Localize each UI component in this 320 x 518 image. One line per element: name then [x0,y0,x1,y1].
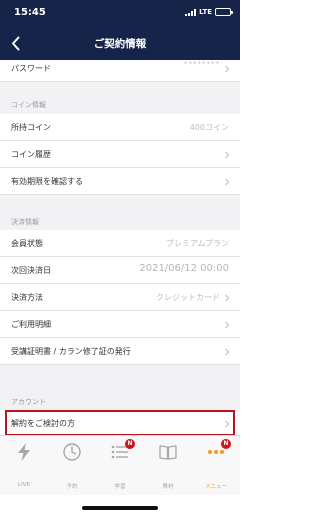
lightning-icon [18,443,30,461]
tab-reservation-label: 予約 [66,484,78,490]
coin-balance-label: 所持コイン [11,123,51,132]
contract-settings-list[interactable]: パスワード ******** コイン情報 所持コイン 400コイン コイン履歴 … [0,60,240,435]
tab-reservation[interactable]: 予約 [48,442,96,490]
menu-notification-badge: N [221,439,231,449]
tab-live-label: LIVE [18,482,30,488]
tab-bar: LIVE 予約 N 学習 教材 N メニュー [0,435,240,495]
tab-menu[interactable]: N メニュー [192,439,240,490]
cancel-subscription-row[interactable]: 解約をご検討の方 [0,410,240,435]
coin-expiry-label: 有効期限を確認する [11,177,83,186]
membership-row: 会員状態 プレミアムプラン [0,230,240,257]
study-notification-badge: N [125,439,135,449]
chevron-right-icon [225,151,230,159]
password-row[interactable]: パスワード ******** [0,60,240,82]
tab-study-label: 学習 [114,484,126,490]
chevron-right-icon [225,65,230,73]
membership-value: プレミアムプラン [166,239,229,248]
coin-history-row[interactable]: コイン履歴 [0,141,240,168]
chevron-right-icon [225,348,230,356]
chevron-right-icon [225,294,230,302]
cancel-subscription-label: 解約をご検討の方 [11,419,75,428]
chevron-right-icon [225,321,230,329]
tab-menu-label: メニュー [204,484,227,490]
next-payment-value: 2021/06/12 00:00 [139,263,229,274]
status-bar: 15:45 LTE [0,0,240,26]
certificate-label: 受講証明書 / カラン修了証の発行 [11,347,131,356]
clock-icon [63,443,81,461]
home-indicator-area [0,495,240,518]
tab-materials-label: 教材 [162,484,174,490]
signal-icon [185,8,197,16]
battery-icon [215,8,233,16]
chevron-right-icon [225,420,230,428]
coin-balance-row: 所持コイン 400コイン [0,114,240,141]
password-value: ******** [184,60,220,68]
chevron-right-icon [225,178,230,186]
next-payment-row: 次回決済日 2021/06/12 00:00 [0,257,240,284]
tab-live[interactable]: LIVE [0,442,48,490]
home-indicator[interactable] [82,506,158,510]
navigation-bar: ご契約情報 [0,26,240,60]
coin-history-label: コイン履歴 [11,150,51,159]
tab-study[interactable]: N 学習 [96,439,144,490]
payment-method-value: クレジットカード [156,293,220,302]
page-title: ご契約情報 [93,38,147,50]
next-payment-label: 次回決済日 [11,266,51,275]
status-indicators: LTE [185,8,233,16]
network-label: LTE [199,8,212,16]
usage-statement-label: ご利用明細 [11,320,51,329]
payment-method-label: 決済方法 [11,293,43,302]
password-label: パスワード [11,64,51,73]
membership-label: 会員状態 [11,239,43,248]
coin-balance-value: 400コイン [189,123,229,132]
usage-statement-row[interactable]: ご利用明細 [0,311,240,338]
tab-materials[interactable]: 教材 [144,442,192,490]
status-time: 15:45 [14,7,46,18]
account-section-title: アカウント [11,398,46,406]
payment-section-title: 決済情報 [11,218,39,226]
coin-section-title: コイン情報 [11,101,46,109]
coin-expiry-row[interactable]: 有効期限を確認する [0,168,240,195]
certificate-row[interactable]: 受講証明書 / カラン修了証の発行 [0,338,240,365]
payment-method-row[interactable]: 決済方法 クレジットカード [0,284,240,311]
book-icon [159,445,177,460]
